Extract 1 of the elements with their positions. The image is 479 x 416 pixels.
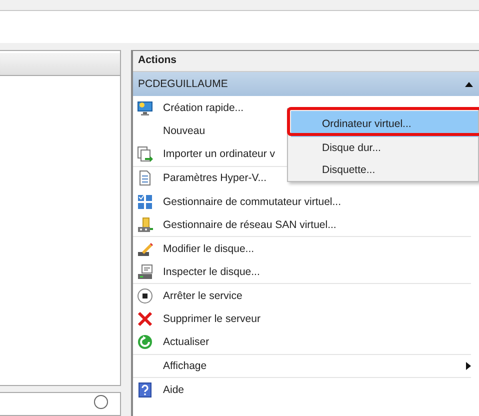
pane-title: Actions bbox=[133, 51, 479, 72]
